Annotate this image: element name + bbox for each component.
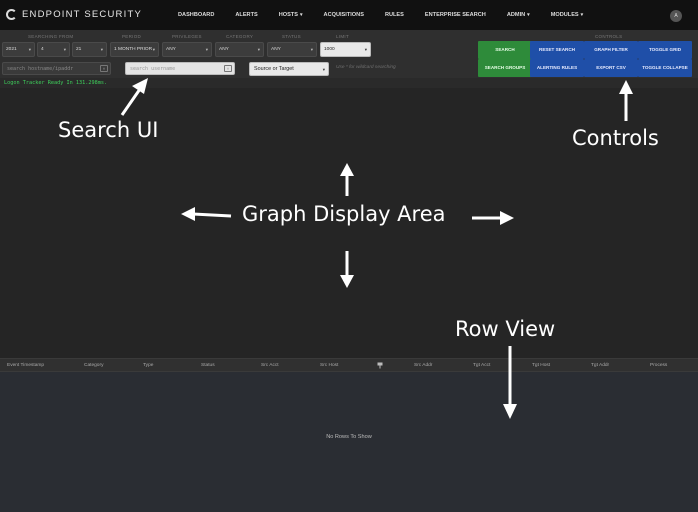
username-search-input[interactable]: search username × (125, 62, 235, 75)
category-select[interactable]: ANY ▾ (215, 42, 264, 57)
col-src-acct[interactable]: Src Acct (261, 363, 279, 368)
chevron-down-icon: ▾ (322, 67, 325, 72)
col-tgt-host[interactable]: Tgt Host (532, 363, 550, 368)
col-status[interactable]: Status (201, 363, 215, 368)
nav-hosts[interactable]: HOSTS ▾ (279, 12, 303, 18)
annotation-row-view: Row View (455, 317, 556, 341)
col-tgt-acct[interactable]: Tgt Acct (473, 363, 490, 368)
endpoint-logo-icon (6, 8, 17, 20)
nav-dashboard[interactable]: DASHBOARD (178, 12, 214, 18)
chevron-down-icon: ▾ (300, 12, 303, 18)
nav-alerts[interactable]: ALERTS (235, 12, 257, 18)
label-category: CATEGORY (226, 34, 254, 39)
graph-filter-button[interactable]: GRAPH FILTER (584, 41, 638, 59)
clear-icon[interactable]: × (100, 65, 108, 72)
annotation-controls: Controls (572, 126, 659, 150)
period-select[interactable]: 1 MONTH PRIOR ▾ (110, 42, 159, 57)
label-limit: LIMIT (336, 34, 350, 39)
hostname-search-input[interactable]: search hostname/ipaddr × (2, 62, 111, 75)
top-nav: ENDPOINT SECURITY DASHBOARD ALERTS HOSTS… (0, 0, 698, 30)
chevron-down-icon: ▾ (580, 12, 584, 18)
year-select[interactable]: 2021 ▾ (2, 42, 35, 57)
wildcard-hint: Use * for wildcard searching (336, 65, 396, 70)
toggle-collapse-button[interactable]: TOGGLE COLLAPSE (638, 59, 692, 77)
direction-select[interactable]: Source or Target ▾ (249, 62, 329, 76)
col-category[interactable]: Category (84, 363, 103, 368)
limit-select[interactable]: 1000 ▾ (320, 42, 371, 57)
empty-rows-message: No Rows To Show (326, 434, 372, 440)
chevron-down-icon: ▾ (205, 47, 208, 52)
day-select[interactable]: 21 ▾ (72, 42, 107, 57)
label-period: PERIOD (122, 34, 142, 39)
chevron-down-icon: ▾ (63, 47, 66, 52)
brand[interactable]: ENDPOINT SECURITY (6, 5, 142, 23)
nav-admin[interactable]: ADMIN ▾ (507, 12, 530, 18)
nav-acquisitions[interactable]: ACQUISITIONS (324, 12, 364, 18)
label-privileges: PRIVILEGES (172, 34, 202, 39)
chevron-down-icon: ▾ (152, 47, 155, 52)
chevron-down-icon: ▾ (100, 47, 103, 52)
row-view (0, 372, 698, 512)
privileges-select[interactable]: ANY ▾ (162, 42, 212, 57)
chevron-down-icon: ▾ (527, 12, 530, 18)
avatar[interactable]: A (670, 10, 682, 22)
nav-enterprise-search[interactable]: ENTERPRISE SEARCH (425, 12, 486, 18)
controls-label: CONTROLS (595, 34, 623, 39)
nav-menu: DASHBOARD ALERTS HOSTS ▾ ACQUISITIONS RUL… (170, 0, 583, 30)
chevron-down-icon: ▾ (310, 47, 313, 52)
nav-rules[interactable]: RULES (385, 12, 404, 18)
col-src-host[interactable]: Src Host (320, 363, 338, 368)
reset-search-button[interactable]: RESET SEARCH (530, 41, 584, 59)
chevron-down-icon: ▾ (28, 47, 31, 52)
col-process[interactable]: Process (650, 363, 667, 368)
export-csv-button[interactable]: EXPORT CSV (584, 59, 638, 77)
col-tgt-addr[interactable]: Tgt Addr (591, 363, 609, 368)
nav-modules[interactable]: MODULES ▾ (551, 12, 583, 18)
label-status: STATUS (282, 34, 301, 39)
status-select[interactable]: ANY ▾ (267, 42, 317, 57)
label-searching-from: SEARCHING FROM (28, 34, 74, 39)
month-select[interactable]: 4 ▾ (37, 42, 70, 57)
col-type[interactable]: Type (143, 363, 153, 368)
clear-icon[interactable]: × (224, 65, 232, 72)
brand-name: ENDPOINT SECURITY (22, 8, 142, 20)
alerting-rules-button[interactable]: ALERTING RULES (530, 59, 584, 77)
status-text: Logon Tracker Ready In 131.298ms. (4, 80, 108, 86)
annotation-search-ui: Search UI (58, 118, 159, 142)
col-event-timestamp[interactable]: Event Timestamp (7, 363, 44, 368)
table-header: Event Timestamp Category Type Status Src… (0, 358, 698, 372)
annotation-graph-area: Graph Display Area (242, 202, 446, 226)
chevron-down-icon: ▾ (364, 47, 367, 52)
toggle-grid-button[interactable]: TOGGLE GRID (638, 41, 692, 59)
col-src-addr[interactable]: Src Addr (414, 363, 432, 368)
chevron-down-icon: ▾ (257, 47, 260, 52)
search-button[interactable]: SEARCH (478, 41, 532, 59)
pin-icon[interactable] (377, 362, 383, 369)
search-groups-button[interactable]: SEARCH GROUPS (478, 59, 532, 77)
